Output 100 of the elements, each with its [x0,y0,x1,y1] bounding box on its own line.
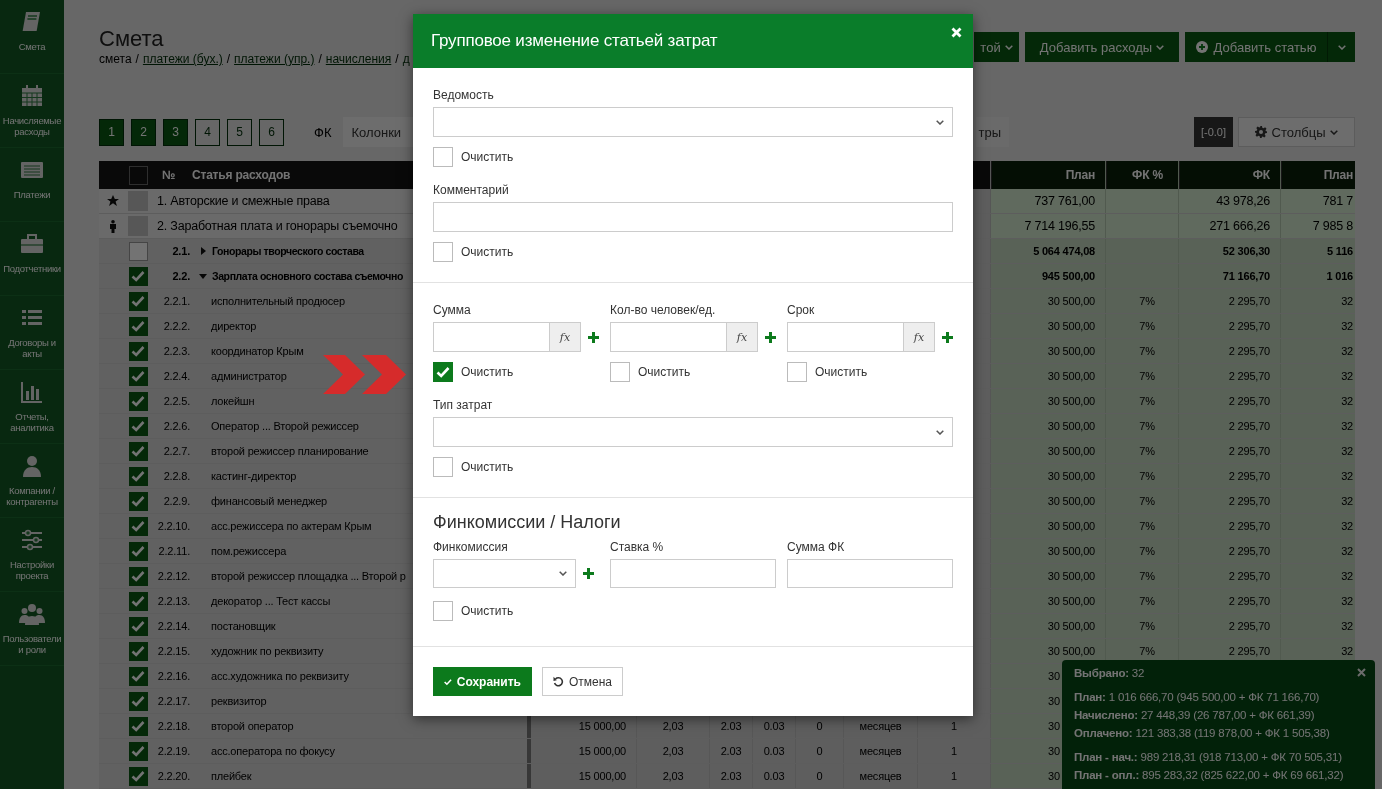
menu-button[interactable]: Добавить расходы [1025,32,1179,62]
table-cell: месяцев [859,770,902,782]
checkbox[interactable] [128,266,148,286]
cancel-button[interactable]: Отмена [542,667,623,696]
sidebar-item[interactable]: Настройки проекта [0,518,64,592]
level-button[interactable]: 3 [163,118,188,146]
sidebar-item[interactable]: Подотчетники [0,222,64,296]
table-cell: 0 [816,745,823,757]
checkbox[interactable] [128,391,148,411]
table-cell: 32 [1341,520,1353,532]
table-cell: 1 [951,770,957,782]
sidebar-item[interactable]: Отчеты, аналитика [0,370,64,444]
caret-icon [936,429,944,435]
plus-icon[interactable] [942,331,953,343]
table-cell: 30 500,00 [1047,495,1095,507]
sidebar-item[interactable]: Смета [0,0,64,74]
checkbox[interactable] [433,147,453,167]
breadcrumb-link[interactable]: д [402,52,410,66]
checkbox[interactable] [128,741,148,761]
caret-down-icon[interactable] [199,272,207,280]
breadcrumb-link[interactable]: начисления [325,52,392,66]
level-button[interactable]: 4 [195,118,220,146]
checkbox[interactable] [433,242,453,262]
caret-right-icon[interactable] [199,247,207,255]
select-field[interactable] [433,107,953,137]
select-field[interactable] [433,417,953,447]
select-field[interactable] [433,559,576,588]
checkbox[interactable] [433,601,453,621]
formula-button[interactable]: fx [904,322,935,352]
menu-button[interactable]: той [974,32,1019,62]
add-button[interactable]: Добавить статью [1185,32,1327,62]
plus-icon[interactable] [583,568,594,579]
table-cell: 1. Авторские и смежные права [157,194,330,208]
table-cell: 30 500,00 [1047,445,1095,457]
text-field[interactable] [610,559,776,588]
checkbox[interactable] [128,666,148,686]
sidebar-item[interactable]: Компании / контрагенты [0,444,64,518]
checkbox[interactable] [610,362,630,382]
level-button[interactable]: 6 [259,118,284,146]
checkbox[interactable] [128,566,148,586]
close-icon[interactable] [1357,668,1366,677]
sidebar-item[interactable]: Договоры и акты [0,296,64,370]
checkbox[interactable] [128,641,148,661]
sidebar-item[interactable]: Пользователи и роли [0,592,64,666]
checkbox[interactable] [128,441,148,461]
table-cell: 30 500,00 [1047,545,1095,557]
level-button[interactable]: 2 [131,118,156,146]
sidebar-item[interactable]: Начисляемые расходы [0,74,64,148]
table-cell: 2,03 [662,745,684,757]
checkbox[interactable] [128,241,148,261]
row-number: 2.2.4. [163,370,190,382]
table-cell: постановщик [211,620,276,632]
dropdown-button[interactable] [1327,32,1355,62]
text-field[interactable] [433,202,953,232]
precision-button[interactable]: [-0.0] [1194,117,1233,147]
level-button[interactable]: 1 [99,118,124,146]
table-cell: 30 500,00 [1047,520,1095,532]
level-button[interactable]: 5 [227,118,252,146]
checkbox[interactable] [128,616,148,636]
save-button[interactable]: Сохранить [433,667,532,696]
checkbox[interactable] [128,466,148,486]
breadcrumb-link[interactable]: платежи (упр.) [234,52,315,66]
checkbox[interactable] [433,362,453,382]
checkbox[interactable] [128,165,148,185]
formula-button[interactable]: fx [550,322,581,352]
plus-icon[interactable] [588,331,599,343]
columns-button[interactable]: Столбцы [1238,117,1355,147]
formula-button[interactable]: fx [727,322,758,352]
breadcrumb-link[interactable]: платежи (бух.) [142,52,223,66]
checkbox[interactable] [128,516,148,536]
checkbox[interactable] [128,766,148,786]
table-cell: 7% [1139,345,1155,357]
checkbox[interactable] [128,366,148,386]
checkbox[interactable] [128,591,148,611]
checkbox[interactable] [787,362,807,382]
checkbox[interactable] [128,316,148,336]
table-cell: 1 016 [1326,270,1353,282]
checkbox[interactable] [128,541,148,561]
sidebar-item[interactable]: Платежи [0,148,64,222]
caret-icon [1004,44,1013,50]
table-cell: 7% [1139,320,1155,332]
number-field[interactable] [610,322,727,352]
checkbox[interactable] [128,716,148,736]
checkbox[interactable] [128,691,148,711]
text-field[interactable] [787,559,953,588]
plus-circle-icon [1195,41,1208,53]
table-cell: 2.03 [720,770,742,782]
column-header: № [162,168,176,182]
plus-icon[interactable] [765,331,776,343]
checkbox[interactable] [128,291,148,311]
row-number: 2.1. [172,245,190,257]
table-cell: художник по реквизиту [211,645,324,657]
number-field[interactable] [433,322,550,352]
table-cell: 271 666,26 [1209,219,1270,233]
checkbox[interactable] [128,491,148,511]
table-cell: 7 985 8 [1312,219,1353,233]
checkbox[interactable] [433,457,453,477]
number-field[interactable] [787,322,904,352]
checkbox[interactable] [128,341,148,361]
checkbox[interactable] [128,416,148,436]
